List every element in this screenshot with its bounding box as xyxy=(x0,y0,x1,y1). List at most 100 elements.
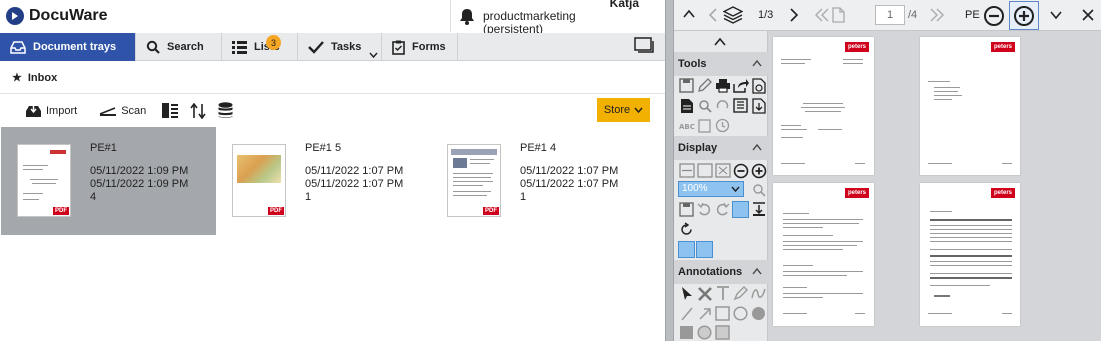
filled-rectangle-icon[interactable] xyxy=(678,324,695,341)
refresh-icon[interactable] xyxy=(678,221,695,238)
page-4[interactable]: peters xyxy=(920,183,1020,326)
history-icon[interactable] xyxy=(714,117,731,134)
details-view-icon xyxy=(162,103,179,118)
tab-forms[interactable]: Forms xyxy=(382,33,458,61)
import-icon xyxy=(26,103,41,117)
fit-height-icon[interactable] xyxy=(696,162,713,179)
database-button[interactable] xyxy=(215,99,236,123)
hatched-ellipse-icon[interactable] xyxy=(696,324,713,341)
document-icon[interactable] xyxy=(678,97,695,114)
next-document-icon[interactable] xyxy=(790,8,798,22)
sort-button[interactable] xyxy=(187,99,209,123)
clipboard-copy-icon[interactable] xyxy=(696,117,713,134)
page-total: /4 xyxy=(908,9,918,21)
rotate-right-icon[interactable] xyxy=(714,201,731,218)
magnifier-icon[interactable] xyxy=(750,181,767,198)
display-toggle-2[interactable] xyxy=(696,241,713,258)
ellipse-icon[interactable] xyxy=(732,305,749,322)
display-section-header[interactable]: Display xyxy=(674,136,768,160)
rotate-icon[interactable] xyxy=(714,97,731,114)
search-text-icon[interactable] xyxy=(696,97,713,114)
user-menu[interactable]: Katja productmarketing (persistent) xyxy=(483,0,665,35)
thumbnails-icon[interactable] xyxy=(732,97,749,114)
page-logo: peters xyxy=(845,188,869,198)
highlighter-icon[interactable] xyxy=(732,285,749,302)
details-view-button[interactable] xyxy=(159,99,181,123)
page-logo: peters xyxy=(991,42,1015,52)
document-page-count: 1 xyxy=(520,191,527,203)
window-layout-icon[interactable] xyxy=(634,37,654,54)
annotations-section-title: Annotations xyxy=(678,266,743,278)
close-viewer-icon[interactable] xyxy=(1082,9,1094,21)
ocr-icon[interactable]: ABC xyxy=(678,117,695,134)
line-icon[interactable] xyxy=(678,305,695,322)
hatched-rectangle-icon[interactable] xyxy=(714,324,731,341)
fit-width-icon[interactable] xyxy=(678,162,695,179)
checkmark-icon xyxy=(308,41,324,54)
document-info-icon[interactable] xyxy=(750,77,767,94)
delete-annotation-icon[interactable] xyxy=(696,285,713,302)
save-view-icon[interactable] xyxy=(678,201,695,218)
page-1[interactable]: peters xyxy=(773,37,874,175)
zoom-select[interactable]: 100% xyxy=(678,181,744,197)
tools-section-title: Tools xyxy=(678,58,707,70)
page-number-input[interactable]: 1 xyxy=(875,5,905,25)
layers-icon[interactable] xyxy=(723,6,743,24)
filled-ellipse-icon[interactable] xyxy=(750,305,767,322)
zoom-in-small-icon[interactable] xyxy=(750,162,767,179)
previous-document-icon[interactable] xyxy=(709,8,717,22)
document-card[interactable]: PDF PE#1 4 05/11/2022 1:07 PM 05/11/2022… xyxy=(431,127,646,235)
share-icon[interactable] xyxy=(732,77,749,94)
align-bottom-icon[interactable] xyxy=(750,201,767,218)
docuware-logo[interactable]: DocuWare xyxy=(6,6,108,26)
document-date: 05/11/2022 1:09 PM xyxy=(90,165,189,177)
star-icon[interactable]: ★ xyxy=(12,71,22,84)
document-card[interactable]: PDF PE#1 05/11/2022 1:09 PM 05/11/2022 1… xyxy=(1,127,216,235)
document-card[interactable]: PDF PE#1 5 05/11/2022 1:07 PM 05/11/2022… xyxy=(216,127,431,235)
document-name: PE#1 xyxy=(90,142,117,154)
freehand-icon[interactable] xyxy=(750,285,767,302)
notifications-button[interactable] xyxy=(450,0,483,32)
document-thumbnail: PDF xyxy=(232,144,286,217)
chevron-up-icon[interactable] xyxy=(714,37,726,46)
text-icon[interactable] xyxy=(714,285,731,302)
rectangle-icon[interactable] xyxy=(714,305,731,322)
arrow-icon[interactable] xyxy=(696,305,713,322)
zoom-out-icon[interactable] xyxy=(983,5,1005,27)
pane-splitter[interactable] xyxy=(665,0,674,341)
search-icon xyxy=(146,40,160,54)
download-icon[interactable] xyxy=(750,97,767,114)
pointer-icon[interactable] xyxy=(678,285,695,302)
svg-text:ABC: ABC xyxy=(679,123,695,131)
tray-icon xyxy=(10,41,26,54)
import-button[interactable]: Import xyxy=(22,99,80,123)
zoom-out-small-icon[interactable] xyxy=(732,162,749,179)
pencil-icon[interactable] xyxy=(696,77,713,94)
tools-section-header[interactable]: Tools xyxy=(674,52,768,76)
tab-lists[interactable]: Lists 3 xyxy=(222,33,298,61)
print-icon[interactable] xyxy=(714,77,731,94)
store-button[interactable]: Store xyxy=(597,98,650,122)
page-2[interactable]: peters xyxy=(920,37,1020,175)
tab-document-trays[interactable]: Document trays xyxy=(0,33,136,61)
sort-icon xyxy=(190,102,206,119)
select-area-toggle[interactable] xyxy=(732,201,749,218)
zoom-in-button[interactable] xyxy=(1009,1,1039,30)
scan-button[interactable]: Scan xyxy=(96,99,149,123)
chevron-down-icon[interactable] xyxy=(369,52,378,59)
scanner-icon xyxy=(99,106,117,116)
tab-search[interactable]: Search xyxy=(136,33,222,61)
previous-page-icon[interactable] xyxy=(831,7,845,23)
first-page-icon[interactable] xyxy=(815,8,829,22)
annotations-section-header[interactable]: Annotations xyxy=(674,260,768,284)
tab-tasks[interactable]: Tasks xyxy=(298,33,382,61)
page-3[interactable]: peters xyxy=(773,183,874,326)
display-toggle-1[interactable] xyxy=(678,241,695,258)
save-icon[interactable] xyxy=(678,77,695,94)
chevron-down-icon[interactable] xyxy=(1050,11,1062,20)
last-page-icon[interactable] xyxy=(930,8,944,22)
collapse-icon xyxy=(752,59,762,67)
fit-page-icon[interactable] xyxy=(714,162,731,179)
chevron-up-icon[interactable] xyxy=(683,9,695,19)
rotate-left-icon[interactable] xyxy=(696,201,713,218)
